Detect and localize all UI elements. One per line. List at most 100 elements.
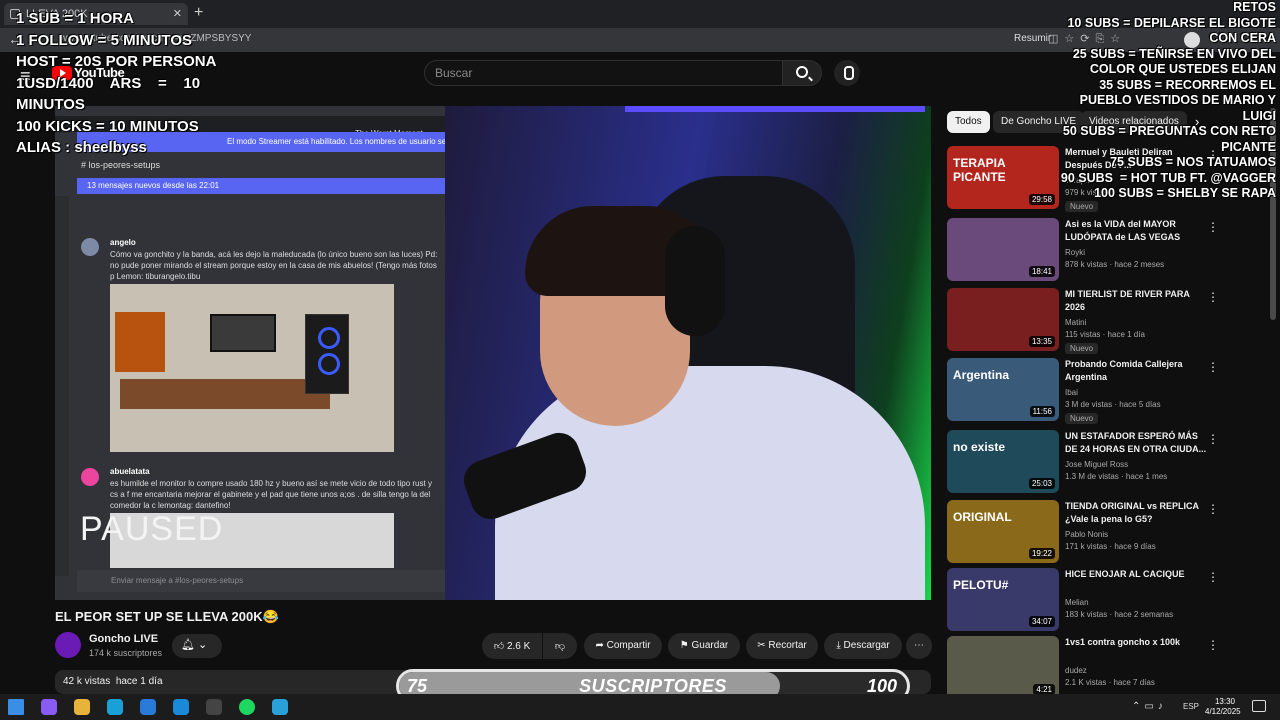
recommendation-title[interactable]: HICE ENOJAR AL CACIQUE	[1065, 568, 1207, 581]
recommendation-title[interactable]: Probando Comida Callejera Argentina	[1065, 358, 1207, 384]
video-thumbnail[interactable]: PELOTU# 34:07	[947, 568, 1059, 631]
video-thumbnail[interactable]: 13:35	[947, 288, 1059, 351]
recommendation-channel[interactable]: Pablo Nonis	[1065, 530, 1108, 539]
recommendation-age: hace 7 días	[1113, 678, 1155, 687]
voice-search-icon[interactable]	[834, 60, 860, 86]
recommendation-title[interactable]: UN ESTAFADOR ESPERÓ MÁS DE 24 HORAS EN O…	[1065, 430, 1207, 456]
recommendation-item[interactable]: Argentina 11:56 Probando Comida Callejera …	[947, 358, 1267, 424]
more-actions-button[interactable]: ⋯	[906, 633, 932, 659]
photo-monitor	[210, 314, 276, 352]
file-explorer-icon[interactable]	[74, 699, 90, 715]
channel-avatar[interactable]	[55, 632, 81, 658]
led-strip	[625, 106, 925, 112]
recommendation-channel[interactable]: Ibai	[1065, 388, 1078, 397]
video-thumbnail[interactable]: no existe 25:03	[947, 430, 1059, 493]
thumbnail-text: TERAPIA PICANTE	[953, 156, 1006, 184]
recommendation-item[interactable]: PELOTU# 34:07 HICE ENOJAR AL CACIQUE Melian…	[947, 568, 1267, 632]
notifications-icon[interactable]	[1252, 700, 1266, 712]
video-player[interactable]: The Worst Moment El modo Streamer está h…	[55, 106, 931, 600]
bell-icon: 🔔︎	[181, 639, 195, 651]
thumbs-down-icon: 👎︎	[554, 641, 566, 652]
recommendation-title[interactable]: Asi es la VIDA del MAYOR LUDÓPATA de LAS…	[1065, 218, 1207, 244]
system-tray-icons[interactable]: ⌃▭♪	[1132, 701, 1167, 712]
video-thumbnail[interactable]: ORIGINAL 19:22	[947, 500, 1059, 563]
recommendation-age: hace 2 meses	[1114, 260, 1165, 269]
copilot-icon[interactable]	[41, 699, 57, 715]
share-button[interactable]: ➦ Compartir	[584, 633, 662, 659]
recommendation-meta: 878 k vistas · hace 2 meses	[1065, 260, 1165, 269]
more-options-icon[interactable]: ⋮	[1207, 290, 1219, 304]
headset	[665, 226, 725, 336]
like-button[interactable]: 👍︎ 2.6 K	[482, 633, 542, 659]
message-avatar	[81, 468, 99, 486]
language-indicator[interactable]: ESP	[1183, 702, 1199, 711]
summarize-button[interactable]: Resumir	[1014, 33, 1051, 44]
recommendation-title[interactable]: TIENDA ORIGINAL vs REPLICA ¿Vale la pena…	[1065, 500, 1207, 526]
recommendation-item[interactable]: ORIGINAL 19:22 TIENDA ORIGINAL vs REPLICA …	[947, 500, 1267, 564]
recommendation-channel[interactable]: Jose Miguel Ross	[1065, 460, 1128, 469]
thumbnail-text: no existe	[953, 440, 1006, 454]
app-icon[interactable]	[272, 699, 288, 715]
discord-channel-name: # los-peores-setups	[81, 160, 161, 170]
challenge-line: 35 SUBS = RECORREMOS EL	[1099, 77, 1276, 92]
windows-icon[interactable]	[8, 699, 24, 715]
rule-line: 1USD/1400 ARS = 10	[16, 74, 201, 92]
more-options-icon[interactable]: ⋮	[1207, 570, 1219, 584]
chip-all[interactable]: Todos	[947, 111, 990, 133]
download-button[interactable]: ⤓ Descargar	[824, 633, 902, 659]
search-input[interactable]: Buscar	[424, 60, 784, 86]
recommendation-age: hace 2 semanas	[1114, 610, 1174, 619]
share-label: Compartir	[606, 640, 651, 651]
discord-window: The Worst Moment El modo Streamer está h…	[55, 106, 445, 600]
video-thumbnail[interactable]: Argentina 11:56	[947, 358, 1059, 421]
recommendation-channel[interactable]: dudez	[1065, 666, 1087, 675]
notifications-button[interactable]: 🔔︎ ⌄	[172, 634, 222, 658]
more-options-icon[interactable]: ⋮	[1207, 638, 1219, 652]
edge-icon[interactable]	[107, 699, 123, 715]
thumbnail-text: PELOTU#	[953, 578, 1009, 592]
photo-desk	[120, 379, 330, 409]
recommendation-channel[interactable]: Melian	[1065, 598, 1089, 607]
channel-name[interactable]: Goncho LIVE	[89, 633, 158, 645]
edge-active-icon[interactable]	[140, 699, 156, 715]
video-thumbnail[interactable]: 18:41	[947, 218, 1059, 281]
clip-button[interactable]: ✂ Recortar	[746, 633, 818, 659]
rule-line: ALIAS : sheelbyss	[16, 139, 147, 156]
recommendation-channel[interactable]: Royki	[1065, 248, 1085, 257]
clock[interactable]: 13:30 4/12/2025	[1205, 697, 1241, 717]
more-options-icon[interactable]: ⋮	[1207, 432, 1219, 446]
recommendation-item[interactable]: 4:21 1vs1 contra goncho x 100k dudez 2.1 K …	[947, 636, 1267, 700]
rule-line: 1 FOLLOW = 5 MINUTOS	[16, 31, 192, 49]
recommendation-views: 3 M de vistas	[1065, 400, 1113, 409]
message-text: Cómo va gonchito y la banda, acá les dej…	[110, 250, 438, 281]
recommendation-item[interactable]: 18:41 Asi es la VIDA del MAYOR LUDÓPATA d…	[947, 218, 1267, 282]
recommendation-age: hace 1 día	[1107, 330, 1145, 339]
recommendation-channel[interactable]: Matini	[1065, 318, 1086, 327]
more-options-icon[interactable]: ⋮	[1207, 360, 1219, 374]
recommendation-title[interactable]: 1vs1 contra goncho x 100k	[1065, 636, 1207, 649]
video-thumbnail[interactable]: 4:21	[947, 636, 1059, 699]
challenge-line: 10 SUBS = DEPILARSE EL BIGOTE	[1067, 15, 1276, 30]
screen: LLEVA 200K ✕ + ← ww.youtube.com/watch?v=…	[0, 0, 1280, 720]
more-options-icon[interactable]: ⋮	[1207, 220, 1219, 234]
challenge-line: COLOR QUE USTEDES ELIJAN	[1089, 62, 1276, 76]
message-author: abuelatata	[110, 467, 150, 476]
search-button[interactable]	[782, 60, 822, 86]
thumbs-up-icon: 👍︎	[493, 641, 505, 652]
recommendation-age: hace 9 días	[1114, 542, 1156, 551]
f-app-icon[interactable]	[173, 699, 189, 715]
challenge-line: 90 SUBS = HOT TUB FT. @VAGGER	[1060, 170, 1276, 185]
obs-icon[interactable]	[206, 699, 222, 715]
dislike-button[interactable]: 👎︎	[543, 633, 577, 659]
photo-pc-case	[305, 314, 349, 394]
recommendation-item[interactable]: no existe 25:03 UN ESTAFADOR ESPERÓ MÁS DE…	[947, 430, 1267, 494]
recommendation-age: hace 1 mes	[1125, 472, 1168, 481]
rule-line: MINUTOS	[16, 96, 85, 113]
spotify-icon[interactable]	[239, 699, 255, 715]
save-button[interactable]: ⚑ Guardar	[668, 633, 740, 659]
subathon-rules-overlay: 1 SUB = 1 HORA 1 FOLLOW = 5 MINUTOS HOST =…	[16, 8, 216, 159]
video-thumbnail[interactable]: TERAPIA PICANTE 29:58	[947, 146, 1059, 209]
recommendation-title[interactable]: MI TIERLIST DE RIVER PARA 2026	[1065, 288, 1207, 314]
recommendation-item[interactable]: 13:35 MI TIERLIST DE RIVER PARA 2026 Matin…	[947, 288, 1267, 354]
more-options-icon[interactable]: ⋮	[1207, 502, 1219, 516]
